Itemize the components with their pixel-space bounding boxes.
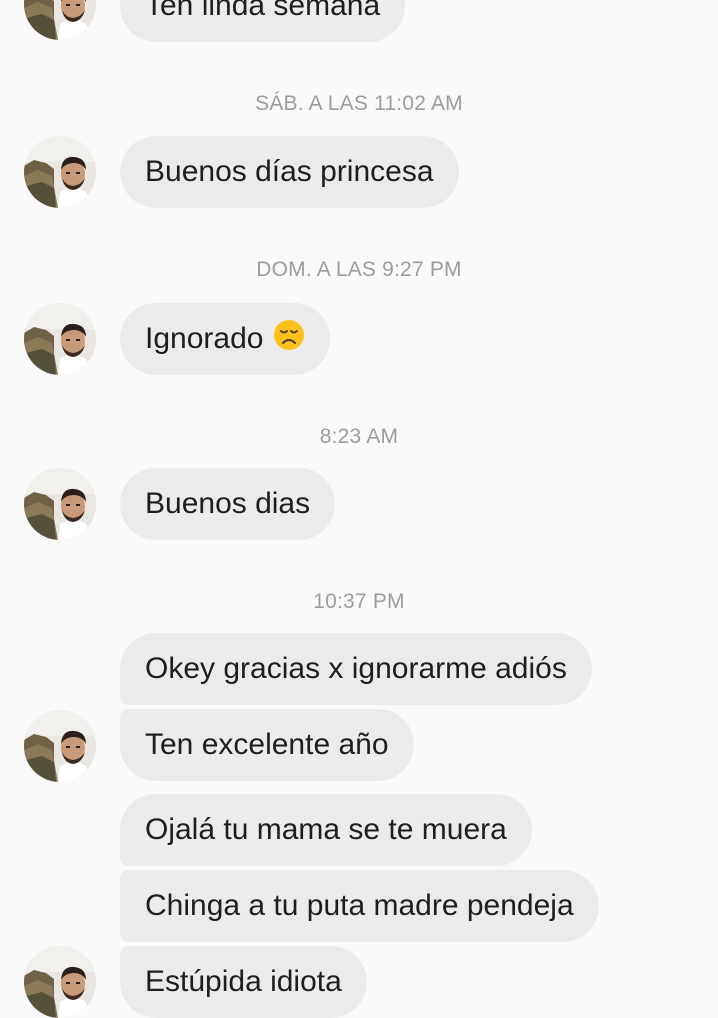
message-bubble[interactable]: Okey gracias x ignorarme adiós: [120, 633, 592, 705]
message-text: Chinga a tu puta madre pendeja: [145, 889, 574, 922]
message-bubble[interactable]: Ten excelente año: [120, 709, 414, 781]
message-text: Estúpida idiota: [145, 965, 342, 998]
timestamp: 10:37 PM: [313, 590, 405, 613]
message-bubble[interactable]: Buenos días princesa: [120, 136, 459, 208]
message-bubble[interactable]: Ojalá tu mama se te muera: [120, 794, 532, 866]
conversation-screen: { "messages": { "m0": "Ten linda semana"…: [0, 0, 718, 1018]
disappointed-face-icon: [273, 319, 305, 360]
message-text: Ten linda semana: [145, 0, 381, 22]
timestamp: SÁB. A LAS 11:02 AM: [255, 92, 463, 115]
message-text: Okey gracias x ignorarme adiós: [145, 652, 567, 685]
message-text: Ignorado: [145, 322, 264, 355]
message-text: Ojalá tu mama se te muera: [145, 813, 507, 846]
message-bubble[interactable]: Ignorado: [120, 303, 331, 375]
message-bubble[interactable]: Chinga a tu puta madre pendeja: [120, 870, 599, 942]
contact-avatar[interactable]: [24, 468, 96, 540]
message-bubble[interactable]: Estúpida idiota: [120, 946, 367, 1018]
message-bubble[interactable]: Ten linda semana: [120, 0, 406, 42]
message-text: Buenos dias: [145, 487, 311, 520]
contact-avatar[interactable]: [24, 0, 96, 40]
message-bubble[interactable]: Buenos dias: [120, 468, 336, 540]
timestamp: 8:23 AM: [319, 425, 399, 448]
message-text: Buenos días princesa: [145, 155, 434, 188]
timestamp: DOM. A LAS 9:27 PM: [256, 258, 462, 281]
message-text: Ten excelente año: [145, 728, 389, 761]
contact-avatar[interactable]: [24, 946, 96, 1018]
contact-avatar[interactable]: [24, 136, 96, 208]
contact-avatar[interactable]: [24, 710, 96, 782]
contact-avatar[interactable]: [24, 303, 96, 375]
